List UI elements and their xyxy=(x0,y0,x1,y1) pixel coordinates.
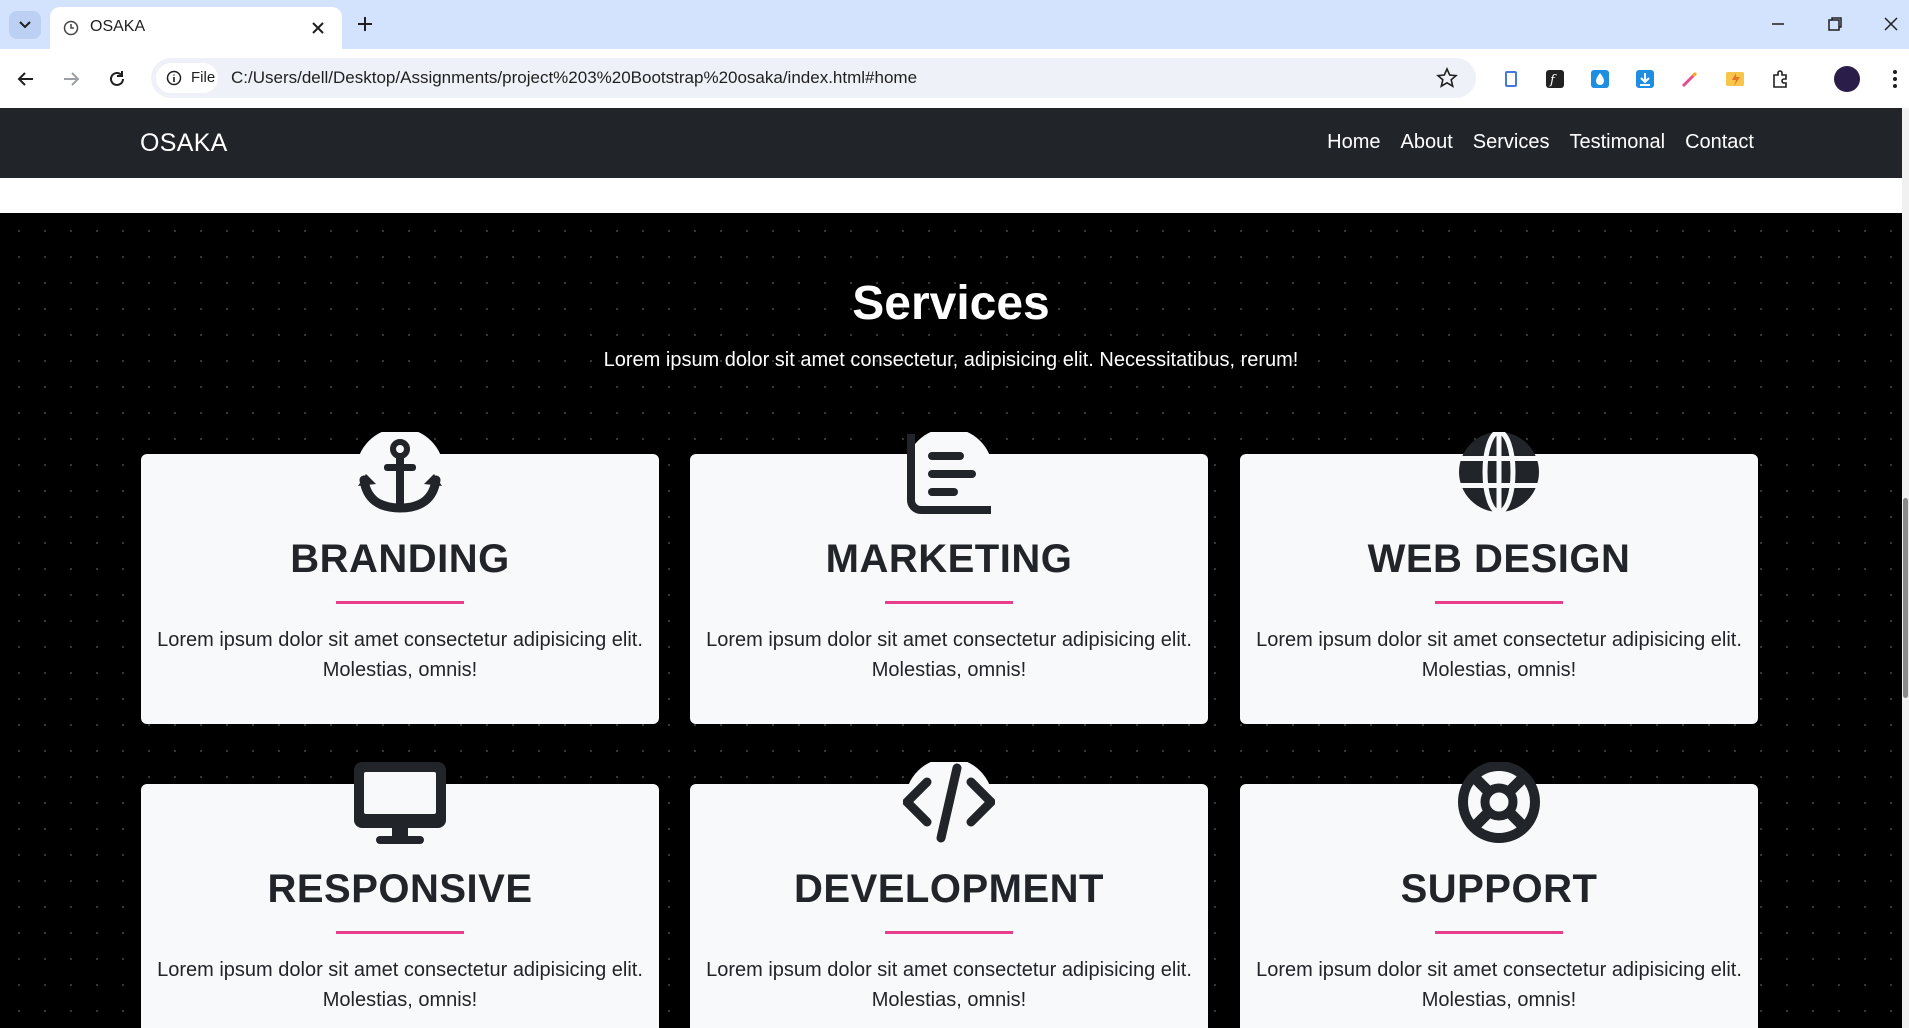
book-icon xyxy=(905,432,993,516)
site-chip-label: File xyxy=(191,69,216,86)
profile-avatar[interactable] xyxy=(1834,66,1860,92)
more-vertical-icon[interactable] xyxy=(1884,68,1906,90)
card-divider xyxy=(885,601,1013,604)
card-divider xyxy=(336,931,464,934)
page-scrollbar[interactable] xyxy=(1902,108,1909,1028)
card-title: DEVELOPMENT xyxy=(794,867,1104,911)
new-tab-plus-icon[interactable] xyxy=(355,14,375,34)
back-arrow-icon[interactable] xyxy=(15,68,37,90)
browser-toolbar: File C:/Users/dell/Desktop/Assignments/p… xyxy=(0,49,1909,109)
services-subtitle: Lorem ipsum dolor sit amet consectetur, … xyxy=(603,349,1299,371)
service-card-development: DEVELOPMENT Lorem ipsum dolor sit amet c… xyxy=(690,762,1208,1028)
services-title: Services xyxy=(852,277,1050,330)
forward-arrow-icon[interactable] xyxy=(60,68,82,90)
scrollbar-thumb[interactable] xyxy=(1903,498,1908,698)
close-icon[interactable] xyxy=(310,20,326,36)
lightning-extension-icon[interactable] xyxy=(1724,68,1746,90)
card-title: RESPONSIVE xyxy=(267,867,533,911)
section-gap xyxy=(0,178,1902,213)
card-text: Lorem ipsum dolor sit amet consectetur a… xyxy=(706,959,1192,1011)
url-text[interactable]: C:/Users/dell/Desktop/Assignments/projec… xyxy=(231,68,917,88)
info-icon xyxy=(166,70,182,86)
globe-icon xyxy=(1459,432,1539,515)
reload-icon[interactable] xyxy=(106,68,128,90)
restore-icon[interactable] xyxy=(1825,14,1845,34)
color-drop-extension-icon[interactable] xyxy=(1589,68,1611,90)
nav-link-services[interactable]: Services xyxy=(1473,131,1550,154)
navbar-brand[interactable]: OSAKA xyxy=(140,129,228,158)
service-card-support: SUPPORT Lorem ipsum dolor sit amet conse… xyxy=(1240,762,1758,1028)
card-divider xyxy=(336,601,464,604)
card-text: Lorem ipsum dolor sit amet consectetur a… xyxy=(1256,959,1742,1011)
service-card-web-design: WEB DESIGN Lorem ipsum dolor sit amet co… xyxy=(1240,432,1758,724)
minimize-icon[interactable] xyxy=(1768,14,1788,34)
browser-tab-bar: OSAKA xyxy=(0,0,1909,49)
page-viewport: OSAKA Home About Services Testimonal Con… xyxy=(0,108,1902,1028)
nav-link-about[interactable]: About xyxy=(1400,131,1452,154)
service-card-marketing: MARKETING Lorem ipsum dolor sit amet con… xyxy=(690,432,1208,724)
card-title: MARKETING xyxy=(825,537,1073,581)
card-title: BRANDING xyxy=(290,537,510,581)
card-divider xyxy=(885,931,1013,934)
site-info-chip[interactable]: File xyxy=(156,63,218,93)
nav-link-testimonal[interactable]: Testimonal xyxy=(1569,131,1665,154)
service-card-branding: BRANDING Lorem ipsum dolor sit amet cons… xyxy=(141,432,659,724)
monitor-icon xyxy=(354,762,446,844)
document-extension-icon[interactable] xyxy=(1500,68,1522,90)
anchor-icon xyxy=(356,432,444,516)
tab-title: OSAKA xyxy=(90,18,146,35)
nav-link-contact[interactable]: Contact xyxy=(1685,131,1754,154)
card-text: Lorem ipsum dolor sit amet consectetur a… xyxy=(157,629,643,681)
chevron-down-icon xyxy=(19,21,31,29)
download-extension-icon[interactable] xyxy=(1634,68,1656,90)
puzzle-extensions-icon[interactable] xyxy=(1769,68,1791,90)
card-divider xyxy=(1435,931,1563,934)
lifebuoy-icon xyxy=(1458,762,1540,843)
code-icon xyxy=(903,762,995,846)
color-picker-extension-icon[interactable] xyxy=(1679,68,1701,90)
card-text: Lorem ipsum dolor sit amet consectetur a… xyxy=(1256,629,1742,681)
card-title: WEB DESIGN xyxy=(1367,537,1631,581)
card-divider xyxy=(1435,601,1563,604)
address-bar[interactable]: File C:/Users/dell/Desktop/Assignments/p… xyxy=(151,58,1476,98)
nav-link-home[interactable]: Home xyxy=(1327,131,1380,154)
card-text: Lorem ipsum dolor sit amet consectetur a… xyxy=(706,629,1192,681)
site-navbar: OSAKA Home About Services Testimonal Con… xyxy=(0,108,1902,178)
globe-favicon-icon xyxy=(63,20,79,36)
tab-search-button[interactable] xyxy=(9,11,41,39)
service-card-responsive: RESPONSIVE Lorem ipsum dolor sit amet co… xyxy=(141,762,659,1028)
navbar-links: Home About Services Testimonal Contact xyxy=(1327,131,1754,154)
font-extension-icon[interactable]: f xyxy=(1544,68,1566,90)
browser-tab[interactable]: OSAKA xyxy=(50,7,342,49)
card-title: SUPPORT xyxy=(1400,867,1598,911)
bookmark-star-icon[interactable] xyxy=(1436,67,1458,89)
window-close-icon[interactable] xyxy=(1881,14,1901,34)
card-text: Lorem ipsum dolor sit amet consectetur a… xyxy=(157,959,643,1011)
